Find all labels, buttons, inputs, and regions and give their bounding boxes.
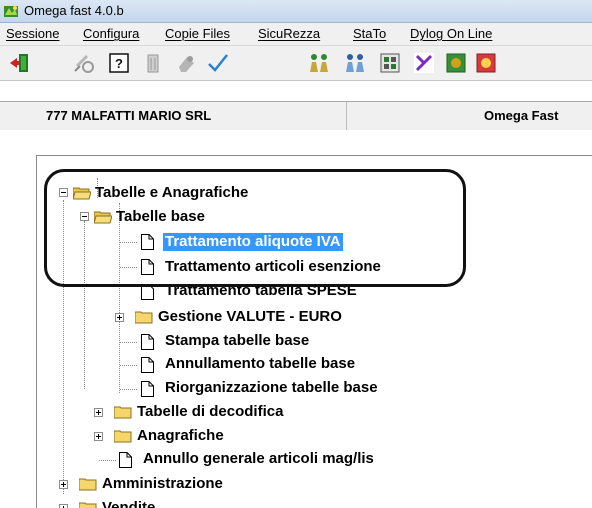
application-window: Omega fast 4.0.b Sessione Configura Copi…	[0, 0, 592, 508]
folder-open-icon	[73, 187, 91, 200]
tree-node-annullo-generale-articoli[interactable]: Annullo generale articoli mag/lis	[143, 450, 374, 468]
folder-icon	[79, 502, 97, 508]
expand-toggle[interactable]	[59, 480, 68, 489]
tree-node-trattamento-tabella-spese[interactable]: Trattamento tabella SPESE	[165, 282, 357, 300]
toolbar: ?	[0, 46, 592, 81]
money-icon[interactable]	[444, 51, 468, 75]
calculator-icon[interactable]	[378, 51, 402, 75]
tree-node-trattamento-aliquote-iva[interactable]: Trattamento aliquote IVA	[163, 233, 343, 251]
document-icon	[141, 381, 154, 397]
expand-toggle[interactable]	[94, 408, 103, 417]
menu-configura[interactable]: Configura	[83, 26, 139, 41]
title-bar[interactable]: Omega fast 4.0.b	[0, 0, 592, 23]
menu-sicurezza[interactable]: SicuRezza	[258, 26, 320, 41]
users-icon[interactable]	[307, 51, 331, 75]
money-red-icon[interactable]	[474, 51, 498, 75]
user-group-icon[interactable]	[343, 51, 367, 75]
document-icon	[119, 452, 132, 468]
help-icon[interactable]: ?	[107, 51, 131, 75]
expand-toggle[interactable]	[94, 432, 103, 441]
menu-bar: Sessione Configura Copie Files SicuRezza…	[0, 23, 592, 46]
folder-icon	[114, 430, 132, 443]
app-logo-icon	[4, 6, 18, 17]
exit-door-icon[interactable]	[8, 51, 32, 75]
tools-icon[interactable]	[412, 51, 436, 75]
satellite-icon[interactable]	[72, 51, 96, 75]
company-panel: 777 MALFATTI MARIO SRL	[0, 102, 347, 130]
tree-guide	[120, 389, 137, 390]
content-area: Tabelle e Anagrafiche Tabelle base Tratt…	[0, 130, 592, 508]
tree-node-gestione-valute-euro[interactable]: Gestione VALUTE - EURO	[158, 308, 342, 326]
tree-node-stampa-tabelle-base[interactable]: Stampa tabelle base	[165, 332, 309, 350]
eraser-icon[interactable]	[174, 51, 198, 75]
tree-guide	[84, 221, 85, 389]
document-icon	[141, 334, 154, 350]
window-title: Omega fast 4.0.b	[24, 3, 124, 18]
collapse-toggle[interactable]	[80, 212, 89, 221]
tree-guide	[120, 365, 137, 366]
tree-node-amministrazione[interactable]: Amministrazione	[102, 475, 223, 493]
product-name: Omega Fast	[484, 108, 559, 123]
tree-guide	[120, 242, 137, 243]
folder-icon	[79, 478, 97, 491]
checkmark-icon[interactable]	[206, 51, 230, 75]
expand-toggle[interactable]	[59, 504, 68, 508]
document-icon	[141, 284, 154, 300]
document-icon	[141, 234, 154, 250]
folder-icon	[114, 406, 132, 419]
document-icon	[141, 357, 154, 373]
collapse-toggle[interactable]	[59, 188, 68, 197]
trash-icon[interactable]	[141, 51, 165, 75]
tree-node-tabelle-base[interactable]: Tabelle base	[116, 208, 205, 226]
menu-copie-files[interactable]: Copie Files	[165, 26, 230, 41]
info-bar: 777 MALFATTI MARIO SRL Omega Fast	[0, 101, 592, 131]
tree-guide	[120, 267, 137, 268]
product-panel: Omega Fast	[347, 102, 592, 130]
svg-text:?: ?	[115, 56, 123, 71]
expand-toggle[interactable]	[115, 313, 124, 322]
tree-node-tabelle-e-anagrafiche[interactable]: Tabelle e Anagrafiche	[95, 184, 248, 202]
tree-node-riorganizzazione-tabelle-base[interactable]: Riorganizzazione tabelle base	[165, 379, 378, 397]
tree-node-anagrafiche[interactable]: Anagrafiche	[137, 427, 224, 445]
menu-dylog-online[interactable]: Dylog On Line	[410, 26, 492, 41]
folder-open-icon	[94, 211, 112, 224]
tree-node-vendite[interactable]: Vendite	[102, 499, 155, 508]
menu-stato[interactable]: StaTo	[353, 26, 386, 41]
menu-sessione[interactable]: Sessione	[6, 26, 59, 41]
tree-guide	[63, 200, 64, 494]
tree-view[interactable]: Tabelle e Anagrafiche Tabelle base Tratt…	[36, 155, 592, 508]
tree-guide	[120, 342, 137, 343]
document-icon	[141, 259, 154, 275]
tree-node-trattamento-articoli-esenzione[interactable]: Trattamento articoli esenzione	[165, 258, 381, 276]
tree-guide	[99, 460, 116, 461]
folder-icon	[135, 311, 153, 324]
company-name: 777 MALFATTI MARIO SRL	[46, 108, 212, 123]
tree-node-tabelle-di-decodifica[interactable]: Tabelle di decodifica	[137, 403, 283, 421]
tree-node-annullamento-tabelle-base[interactable]: Annullamento tabelle base	[165, 355, 355, 373]
